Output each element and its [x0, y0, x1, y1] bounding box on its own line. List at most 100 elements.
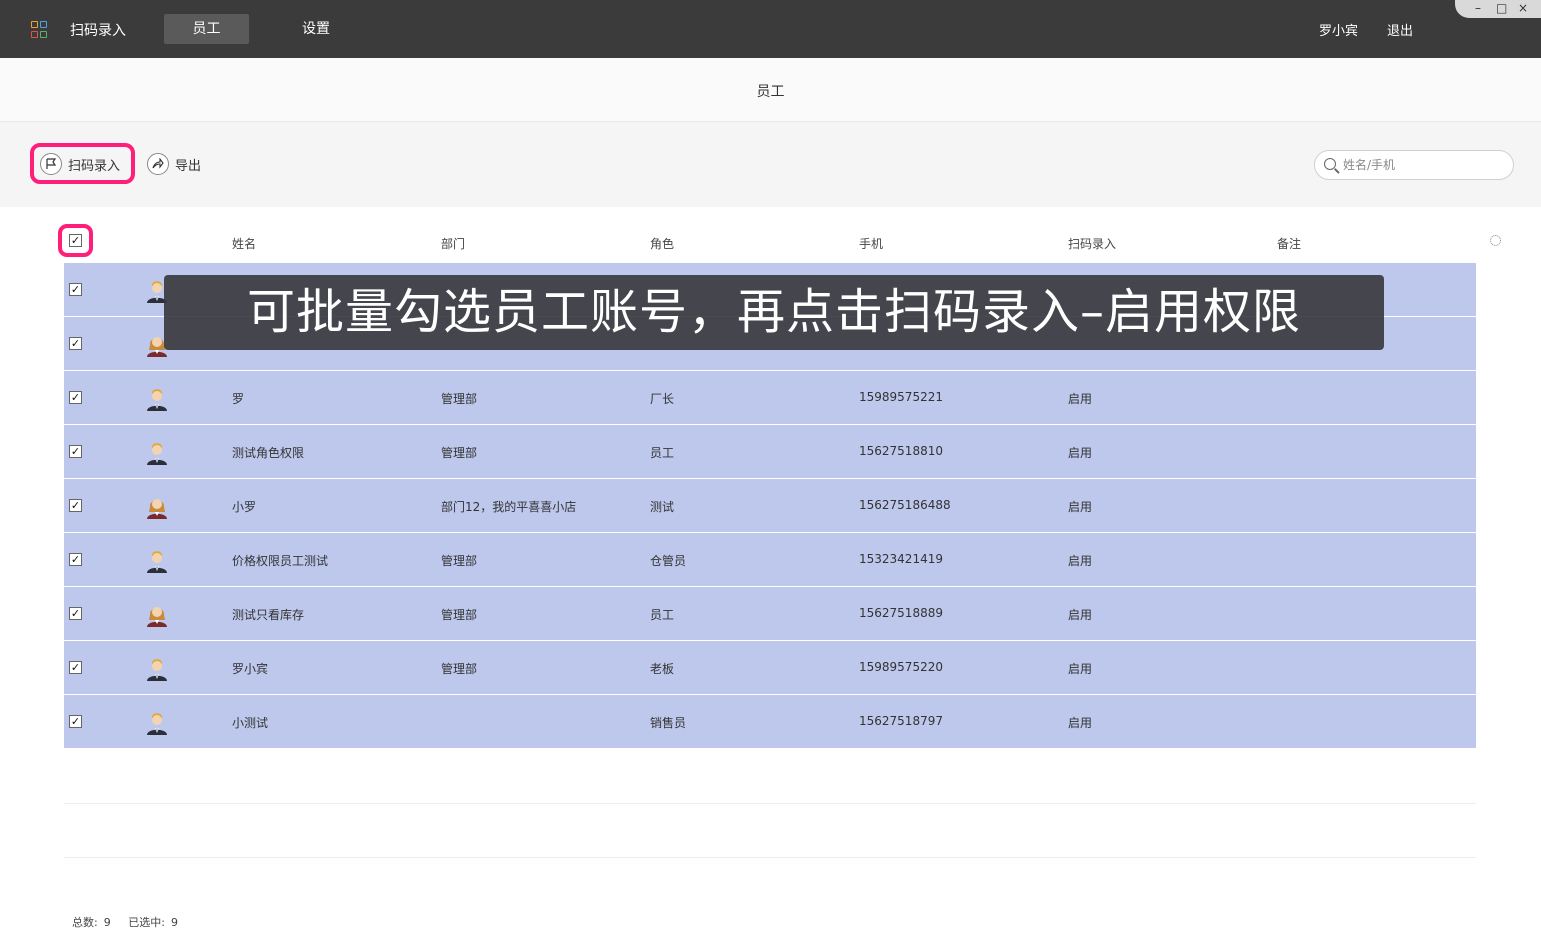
row-checkbox[interactable]: ✓: [69, 607, 82, 620]
column-header-phone[interactable]: 手机: [859, 235, 883, 252]
cell-phone: 15989575221: [859, 390, 943, 404]
column-header-department[interactable]: 部门: [441, 235, 465, 252]
table-row[interactable]: ✓ 小测试 销售员 15627518797 启用: [64, 695, 1476, 749]
cell-name: 测试角色权限: [232, 446, 305, 460]
row-checkbox[interactable]: ✓: [69, 661, 82, 674]
logo-square: [31, 21, 38, 28]
cell-scan: 启用: [1068, 662, 1093, 676]
column-header-name[interactable]: 姓名: [232, 235, 256, 252]
cell-scan: 启用: [1068, 716, 1093, 730]
cell-role: 测试: [650, 500, 675, 514]
cell-role: 员工: [650, 446, 675, 460]
table-header: 姓名 部门 角色 手机 扫码录入 备注: [64, 225, 1476, 263]
male-avatar-icon: [144, 709, 170, 735]
close-icon[interactable]: ×: [1518, 1, 1528, 15]
column-header-role[interactable]: 角色: [650, 235, 674, 252]
cell-phone: 15627518797: [859, 714, 943, 728]
cell-role: 销售员: [650, 716, 687, 730]
table-row[interactable]: ✓ 测试只看库存 管理部 员工 15627518889 启用: [64, 587, 1476, 641]
export-label: 导出: [175, 158, 202, 174]
table-row[interactable]: ✓ 测试角色权限 管理部 员工 15627518810 启用: [64, 425, 1476, 479]
cell-phone: 15989575220: [859, 660, 943, 674]
male-avatar-icon: [144, 655, 170, 681]
cell-dept: 管理部: [441, 392, 478, 406]
cell-role: 员工: [650, 608, 675, 622]
female-avatar-icon: [144, 493, 170, 519]
app-grid-icon[interactable]: [31, 21, 48, 38]
table-row[interactable]: ✓ 罗小宾 管理部 老板 15989575220 启用: [64, 641, 1476, 695]
logo-square: [40, 30, 47, 38]
share-icon: [147, 153, 169, 175]
cell-role: 老板: [650, 662, 675, 676]
search-input[interactable]: [1343, 156, 1503, 174]
total-count: 9: [103, 916, 111, 929]
toolbar: 扫码录入 导出: [0, 122, 1541, 207]
cell-name: 罗: [232, 392, 245, 406]
logo-square: [40, 21, 47, 28]
search-box: [1314, 150, 1514, 180]
column-header-scan-entry[interactable]: 扫码录入: [1068, 235, 1116, 252]
row-checkbox[interactable]: ✓: [69, 715, 82, 728]
cell-phone: 15323421419: [859, 552, 943, 566]
page-title: 员工: [756, 84, 785, 100]
cell-role: 厂长: [650, 392, 675, 406]
cell-name: 小测试: [232, 716, 269, 730]
minimize-icon[interactable]: –: [1475, 1, 1481, 15]
tab-employees[interactable]: 员工: [164, 14, 249, 44]
cell-phone: 15627518889: [859, 606, 943, 620]
table-row[interactable]: ✓ 小罗 部门12，我的平喜喜小店 测试 156275186488 启用: [64, 479, 1476, 533]
cell-role: 仓管员: [650, 554, 687, 568]
female-avatar-icon: [144, 601, 170, 627]
instruction-caption: 可批量勾选员工账号，再点击扫码录入–启用权限: [164, 275, 1384, 350]
cell-scan: 启用: [1068, 446, 1093, 460]
row-checkbox[interactable]: ✓: [69, 337, 82, 350]
row-checkbox[interactable]: ✓: [69, 499, 82, 512]
cell-name: 测试只看库存: [232, 608, 305, 622]
male-avatar-icon: [144, 385, 170, 411]
cell-name: 小罗: [232, 500, 257, 514]
male-avatar-icon: [144, 439, 170, 465]
scan-entry-label: 扫码录入: [68, 158, 121, 174]
export-button[interactable]: 导出: [147, 153, 201, 175]
table-row[interactable]: ✓ 罗 管理部 厂长 15989575221 启用: [64, 371, 1476, 425]
table-footer: 总数: 9 已选中: 9: [72, 914, 184, 930]
current-user[interactable]: 罗小宾: [1319, 20, 1358, 39]
cell-dept: 部门12，我的平喜喜小店: [441, 500, 577, 514]
maximize-icon[interactable]: □: [1496, 1, 1507, 15]
selected-label: 已选中:: [128, 916, 165, 929]
selected-count: 9: [170, 916, 178, 929]
cell-name: 价格权限员工测试: [232, 554, 329, 568]
gear-icon[interactable]: [1490, 235, 1501, 246]
top-bar: 扫码录入 员工 设置 罗小宾 退出 – □ ×: [0, 0, 1541, 58]
logo-square: [31, 30, 38, 38]
empty-row: [64, 804, 1476, 858]
cell-dept: 管理部: [441, 554, 478, 568]
window-controls: – □ ×: [1455, 0, 1541, 18]
cell-phone: 156275186488: [859, 498, 951, 512]
row-checkbox[interactable]: ✓: [69, 445, 82, 458]
page-header: 员工: [0, 58, 1541, 122]
empty-row: [64, 750, 1476, 804]
column-header-note[interactable]: 备注: [1277, 235, 1301, 252]
logout-button[interactable]: 退出: [1387, 20, 1413, 39]
cell-scan: 启用: [1068, 554, 1093, 568]
cell-name: 罗小宾: [232, 662, 269, 676]
male-avatar-icon: [144, 547, 170, 573]
row-checkbox[interactable]: ✓: [69, 553, 82, 566]
cell-dept: 管理部: [441, 662, 478, 676]
table-row[interactable]: ✓ 价格权限员工测试 管理部 仓管员 15323421419 启用: [64, 533, 1476, 587]
row-checkbox[interactable]: ✓: [69, 391, 82, 404]
total-label: 总数:: [72, 916, 98, 929]
cell-scan: 启用: [1068, 392, 1093, 406]
scan-entry-button[interactable]: 扫码录入: [40, 153, 120, 175]
row-checkbox[interactable]: ✓: [69, 283, 82, 296]
app-title: 扫码录入: [70, 23, 126, 39]
cell-dept: 管理部: [441, 446, 478, 460]
tab-settings[interactable]: 设置: [280, 14, 352, 44]
cell-scan: 启用: [1068, 608, 1093, 622]
search-icon: [1324, 158, 1336, 170]
cell-scan: 启用: [1068, 500, 1093, 514]
flag-icon: [40, 153, 62, 175]
cell-dept: 管理部: [441, 608, 478, 622]
cell-phone: 15627518810: [859, 444, 943, 458]
